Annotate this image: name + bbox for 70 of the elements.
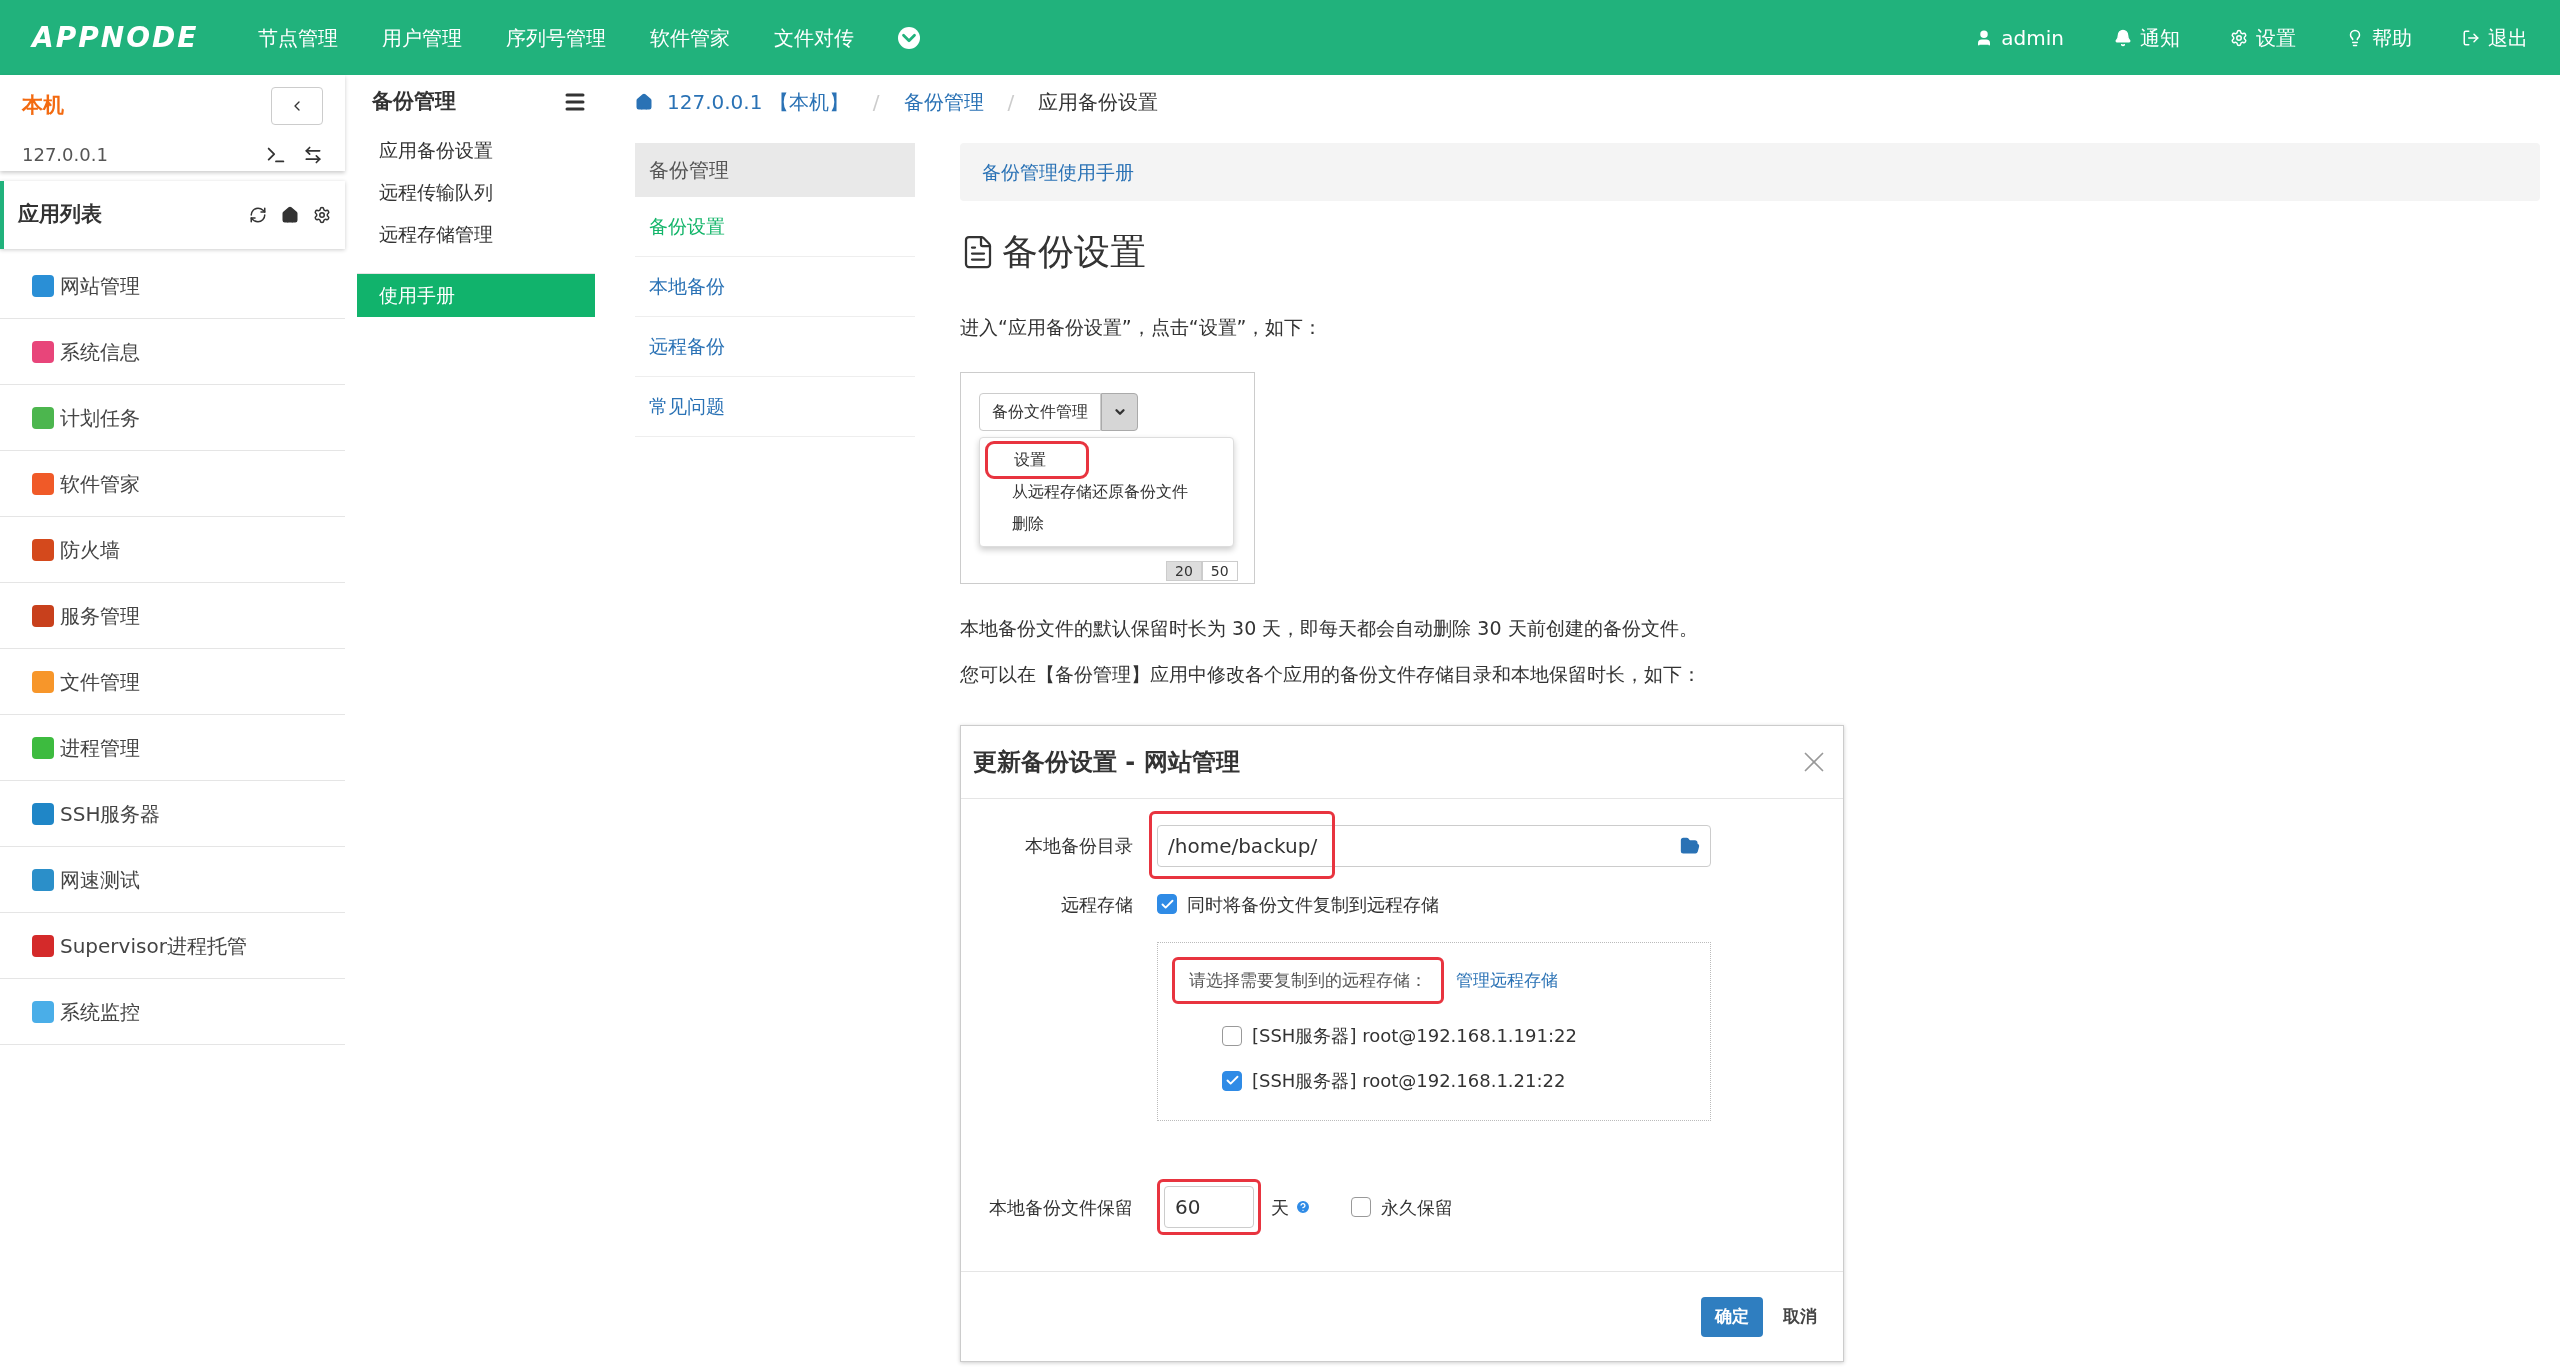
manual-link[interactable]: 备份管理使用手册 [982,157,1134,187]
help-icon[interactable] [1295,1199,1311,1215]
settings-icon [2230,28,2248,47]
breadcrumb-separator: / [872,89,880,116]
dropdown-item[interactable]: 从远程存储还原备份文件 [986,475,1214,508]
refresh-icon[interactable] [249,206,267,224]
checkbox[interactable] [1157,894,1177,914]
check-icon [1224,1073,1240,1088]
paragraph: 您可以在【备份管理】应用中修改各个应用的备份文件存储目录和本地保留时长，如下： [960,662,1702,687]
host-ip: 127.0.0.1 [22,143,108,167]
field-label: 远程存储 [1060,892,1134,917]
paragraph: 本地备份文件的默认保留时长为 30 天，即每天都会自动删除 30 天前创建的备份文件。 [960,615,1699,641]
app-list-item[interactable]: 网速测试 [0,847,345,913]
home-icon[interactable] [281,206,299,224]
folder-icon[interactable] [1680,835,1700,856]
page-size-option[interactable]: 20 [1166,560,1202,581]
app-list-item[interactable]: 进程管理 [0,715,345,781]
app-list-item[interactable]: 系统监控 [0,979,345,1045]
module-menu-item[interactable]: 远程传输队列 [357,171,595,213]
app-list-item[interactable]: Supervisor进程托管 [0,913,345,979]
doc-nav-link[interactable]: 本地备份 [635,257,915,317]
field-label: 本地备份目录 [1024,834,1134,858]
page-heading: 备份设置 [1002,230,1146,274]
module-menu-item[interactable]: 应用备份设置 [357,129,595,171]
app-list-item[interactable]: 服务管理 [0,583,345,649]
paragraph: 进入“应用备份设置”，点击“设置”，如下： [960,315,1324,340]
dropdown-toggle[interactable] [1101,392,1138,431]
dropdown-item[interactable]: 设置 [988,443,1086,476]
app-list-item[interactable]: 网站管理 [0,253,345,319]
prompt-text: 请选择需要复制到的远程存储： [1172,956,1444,1004]
doc-nav-link[interactable]: 常见问题 [635,377,915,437]
dialog-title: 更新备份设置 - 网站管理 [973,746,1240,778]
app-list-item[interactable]: 防火墙 [0,517,345,583]
doc-nav-header: 备份管理 [635,143,915,197]
cancel-button[interactable]: 取消 [1783,1303,1817,1330]
checkbox-label: [SSH服务器] root@192.168.1.21:22 [1252,1069,1566,1093]
checkbox[interactable] [1222,1070,1242,1091]
confirm-button[interactable]: 确定 [1701,1296,1763,1337]
app-list-title: 应用列表 [18,201,102,229]
field-label: 本地备份文件保留 [988,1195,1134,1220]
app-list-item[interactable]: SSH服务器 [0,781,345,847]
breadcrumb-separator: / [1007,89,1015,116]
module-title: 备份管理 [372,88,456,116]
notify-icon [2114,28,2132,47]
settings-icon[interactable] [313,206,331,224]
app-list-item[interactable]: 系统信息 [0,319,345,385]
checkbox-label: 同时将备份文件复制到远程存储 [1187,892,1439,917]
breadcrumb-link[interactable]: 127.0.0.1 【本机】 [667,87,849,117]
doc-nav-link[interactable]: 远程备份 [635,317,915,377]
checkbox-label: 永久保留 [1381,1195,1453,1220]
page-size-option[interactable]: 50 [1201,560,1238,581]
app-list-item[interactable]: 软件管家 [0,451,345,517]
manage-storage-link[interactable]: 管理远程存储 [1456,967,1558,993]
breadcrumb-link[interactable]: 备份管理 [903,87,984,117]
logout-icon [2462,28,2480,47]
directory-field[interactable]: /home/backup/ [1157,824,1711,867]
module-menu-item[interactable]: 远程存储管理 [357,213,595,255]
app-list-item[interactable]: 文件管理 [0,649,345,715]
dropdown-item[interactable]: 删除 [986,507,1070,540]
checkbox-label: [SSH服务器] root@192.168.1.191:22 [1252,1024,1577,1048]
checkbox[interactable] [1351,1197,1371,1217]
current-page: 应用备份设置 [1038,89,1159,116]
unit-label: 天 [1271,1195,1289,1220]
retention-field[interactable]: 60 [1164,1186,1254,1228]
backup-files-button[interactable]: 备份文件管理 [979,392,1101,431]
more-icon[interactable] [898,26,921,49]
host-name: 本机 [22,92,64,120]
checkbox[interactable] [1222,1025,1242,1046]
switch-icon[interactable] [303,144,323,165]
app-list-item[interactable]: 计划任务 [0,385,345,451]
